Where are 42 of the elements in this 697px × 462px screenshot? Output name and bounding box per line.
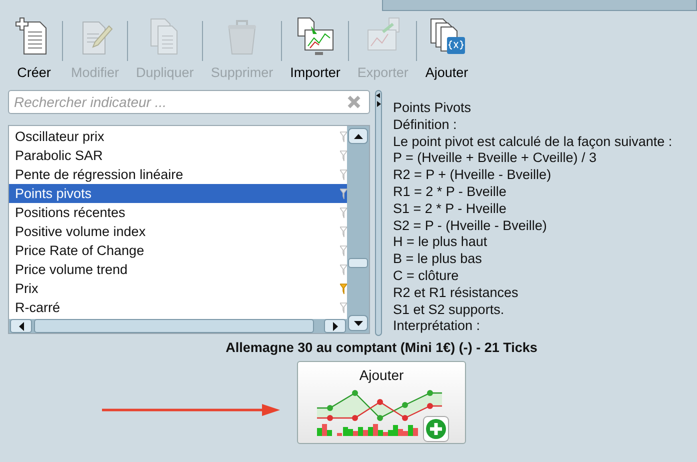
list-item[interactable]: Price Rate of Change xyxy=(9,241,347,260)
list-item[interactable]: Pente de régression linéaire xyxy=(9,165,347,184)
list-item[interactable]: Oscillateur prix xyxy=(9,127,347,146)
list-item[interactable]: Positive volume index xyxy=(9,222,347,241)
list-item[interactable]: R-carré xyxy=(9,298,347,317)
toolbar-button[interactable]: Ajouter xyxy=(417,16,476,80)
description-line: P = (Hveille + Bveille + Cveille) / 3 xyxy=(393,150,598,168)
description-line: S2 = P - (Hveille - Bveille) xyxy=(393,218,548,234)
description-line: R2 et R1 résistances xyxy=(393,284,520,302)
list-item[interactable]: Parabolic SAR xyxy=(9,146,347,165)
left-arrow-icon[interactable] xyxy=(18,322,24,330)
scroll-thumb[interactable] xyxy=(34,319,314,333)
toolbar-button[interactable]: Importer xyxy=(282,16,348,80)
list-item[interactable]: Points pivots xyxy=(9,184,347,203)
list-item[interactable]: Price volume trend xyxy=(9,260,347,279)
description-line: Interprétation : xyxy=(393,318,482,336)
vertical-scrollbar[interactable] xyxy=(347,126,369,333)
instrument-title: Allemagne 30 au comptant (Mini 1€) (-) - 21 Ticks xyxy=(224,340,538,355)
description-line: R1 = 2 * P - Bveille xyxy=(393,184,508,201)
right-arrow-icon[interactable] xyxy=(332,322,338,330)
clear-icon[interactable] xyxy=(347,95,361,109)
description-line: Le point pivot est calculé de la façon suivante : xyxy=(393,134,672,150)
list-item[interactable]: Positions récentes xyxy=(9,203,347,222)
description-line: S1 = 2 * P - Hveille xyxy=(393,200,508,218)
search-field[interactable]: Rechercher indicateur ... xyxy=(8,90,370,114)
collapse-arrows-icon[interactable] xyxy=(376,93,381,107)
add-button[interactable]: Ajouter xyxy=(297,361,466,444)
description-line: C = clôture xyxy=(393,268,460,285)
horizontal-scrollbar[interactable] xyxy=(9,319,347,333)
description-line: H = le plus haut xyxy=(393,234,488,252)
description-line: Définition : xyxy=(393,116,458,134)
description-line: S1 et S2 supports. xyxy=(393,302,506,318)
down-arrow-icon[interactable] xyxy=(354,320,362,326)
description-line: R2 = P + (Hveille - Bveille) xyxy=(393,167,552,184)
import-chart-icon xyxy=(295,16,336,56)
up-arrow-icon[interactable] xyxy=(354,134,362,138)
scroll-thumb[interactable] xyxy=(348,258,368,268)
description-line: B = le plus bas xyxy=(393,251,483,268)
description-line: Points Pivots xyxy=(393,100,472,117)
list-item[interactable]: Prix xyxy=(9,279,347,298)
plus-icon xyxy=(422,416,448,442)
toolbar-button[interactable]: Créer xyxy=(6,16,62,80)
